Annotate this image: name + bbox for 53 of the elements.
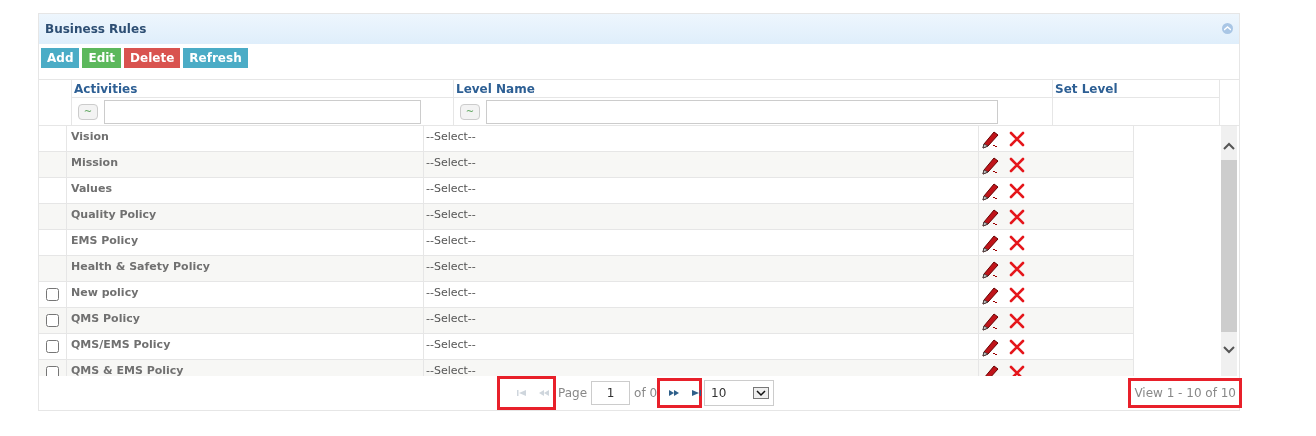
delete-icon[interactable] [1009, 260, 1025, 277]
delete-icon[interactable] [1009, 208, 1025, 225]
table-cell: QMS Policy [67, 308, 424, 333]
record-count-label: View 1 - 10 of 10 [1134, 385, 1236, 402]
delete-icon[interactable] [1009, 338, 1025, 355]
level-select[interactable]: --Select-- [424, 230, 979, 255]
scrollbar-thumb[interactable] [1221, 160, 1237, 332]
level-select[interactable]: --Select-- [424, 152, 979, 177]
table-cell: Vision [67, 126, 424, 151]
scrollbar[interactable] [1221, 126, 1237, 376]
column-header[interactable]: Set Level [1053, 80, 1219, 99]
dropdown-icon[interactable] [753, 387, 770, 399]
delete-icon[interactable] [1009, 182, 1025, 199]
fast-forward-icon[interactable] [668, 389, 681, 397]
row-checkbox[interactable] [46, 366, 59, 376]
level-select[interactable]: --Select-- [424, 126, 979, 151]
page-size-select[interactable]: 10 [704, 380, 775, 406]
column-header[interactable]: Level Name [454, 80, 1052, 99]
skip-forward-icon[interactable] [690, 389, 703, 397]
table-cell: Health & Safety Policy [67, 256, 424, 281]
filter-field[interactable] [104, 99, 421, 124]
table-cell: QMS & EMS Policy [67, 360, 424, 376]
scroll-up-icon[interactable] [1223, 142, 1235, 150]
column-header[interactable]: Activities [72, 80, 453, 99]
delete-icon[interactable] [1009, 130, 1025, 147]
delete-icon[interactable] [1009, 286, 1025, 303]
table-cell: Values [67, 178, 424, 203]
filter-field[interactable] [486, 99, 998, 124]
level-select[interactable]: --Select-- [424, 308, 979, 333]
delete-icon[interactable] [1009, 234, 1025, 251]
table-cell: QMS/EMS Policy [67, 334, 424, 359]
panel-title: Business Rules [45, 20, 147, 38]
page-label: Page [558, 385, 588, 402]
delete-button[interactable]: Delete [124, 47, 181, 68]
page-number-field[interactable]: 1 [591, 381, 631, 405]
delete-icon[interactable] [1009, 312, 1025, 329]
scroll-down-icon[interactable] [1223, 346, 1235, 354]
table-cell: EMS Policy [67, 230, 424, 255]
row-checkbox[interactable] [46, 314, 59, 327]
level-select[interactable]: --Select-- [424, 360, 979, 376]
level-select[interactable]: --Select-- [424, 282, 979, 307]
row-checkbox[interactable] [46, 288, 59, 301]
table-cell: Mission [67, 152, 424, 177]
row-checkbox[interactable] [46, 340, 59, 353]
delete-icon[interactable] [1009, 364, 1025, 376]
table-cell: Quality Policy [67, 204, 424, 229]
level-select[interactable]: --Select-- [424, 204, 979, 229]
level-select[interactable]: --Select-- [424, 334, 979, 359]
level-select[interactable]: --Select-- [424, 178, 979, 203]
delete-icon[interactable] [1009, 156, 1025, 173]
page-count-label: of 0 [634, 385, 658, 402]
table-cell: New policy [67, 282, 424, 307]
level-select[interactable]: --Select-- [424, 256, 979, 281]
